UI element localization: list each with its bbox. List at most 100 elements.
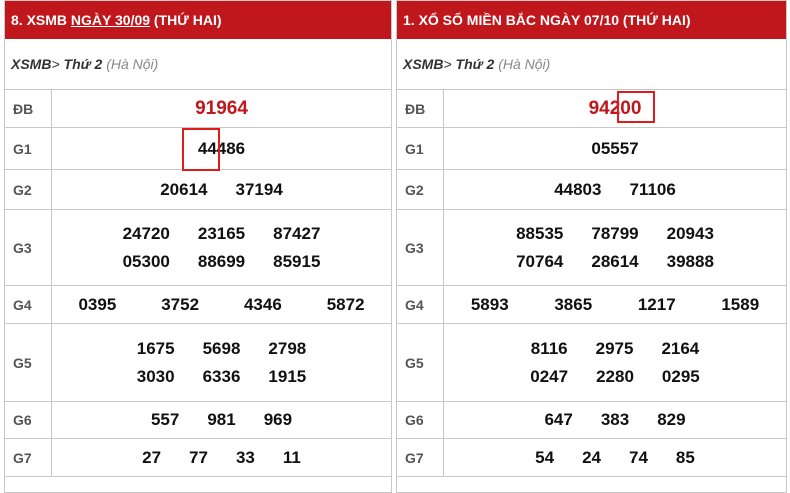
prize-values: 54 24 74 85	[444, 439, 786, 476]
number-line: 44486	[52, 139, 391, 159]
number-line: 5893 3865 1217 1589	[444, 295, 786, 315]
number-line: 94200	[444, 98, 786, 120]
winning-number: 0395	[78, 294, 117, 314]
winning-number: 981	[207, 410, 236, 429]
breadcrumb-root-link[interactable]: XSMB	[403, 56, 443, 72]
prize-row-6: G6 557 981 969	[5, 402, 391, 439]
winning-number: 70764	[516, 251, 564, 271]
prize-values: 1675 5698 2798 3030 6336 1915	[52, 324, 391, 401]
prize-values: 27 77 33 11	[52, 439, 391, 476]
winning-number: 20614	[160, 179, 208, 199]
number-line: 88535 78799 20943	[444, 224, 786, 244]
prize-values: 88535 78799 20943 70764 28614 39888	[444, 210, 786, 285]
prize-row-5: G5 1675 5698 2798 3030 6336 1915	[5, 324, 391, 402]
winning-number: 0247	[530, 366, 569, 386]
prize-values: 44486	[52, 128, 391, 169]
breadcrumb-separator: >	[51, 56, 64, 72]
winning-number: 6336	[202, 366, 241, 386]
number-line: 0247 2280 0295	[444, 367, 786, 387]
number-line: 20614 37194	[52, 180, 391, 200]
header-date-link[interactable]: NGÀY 30/09	[71, 12, 150, 28]
breadcrumb-region: (Hà Nội)	[106, 56, 159, 72]
prize-row-6: G6 647 383 829	[397, 402, 786, 439]
breadcrumb-region: (Hà Nội)	[498, 56, 551, 72]
prize-label: G7	[397, 439, 444, 476]
header-title: 1. XỔ SỐ MIỀN BẮC NGÀY 07/10 (THỨ HAI)	[403, 12, 691, 28]
winning-number: 88699	[197, 251, 246, 271]
breadcrumb-root-link[interactable]: XSMB	[11, 56, 51, 72]
prize-label: ĐB	[5, 90, 52, 127]
winning-number: 44803	[554, 179, 602, 199]
breadcrumb-day-link[interactable]: Thứ 2	[456, 56, 499, 72]
winning-number: 969	[263, 410, 293, 429]
winning-number: 87427	[273, 223, 321, 243]
prize-label: G1	[397, 128, 444, 169]
winning-number: 1217	[637, 294, 676, 314]
number-line: 27 77 33 11	[52, 448, 391, 468]
winning-number: 88535	[516, 223, 564, 243]
breadcrumb-separator: >	[443, 56, 456, 72]
prize-label: G5	[397, 324, 444, 401]
winning-number: 3752	[161, 294, 200, 314]
prize-row-2: G2 44803 71106	[397, 170, 786, 210]
prize-label: G4	[5, 286, 52, 323]
prize-row-3: G3 88535 78799 20943 70764 28614 39888	[397, 210, 786, 286]
number-line: 05557	[444, 139, 786, 159]
header-suffix: (THỨ HAI)	[150, 12, 222, 28]
winning-number: 33	[235, 447, 255, 467]
prize-row-2: G2 20614 37194	[5, 170, 391, 210]
winning-number: 24	[582, 447, 601, 467]
breadcrumb-day-link[interactable]: Thứ 2	[64, 56, 107, 72]
number-line: 647 383 829	[444, 410, 786, 430]
prize-values: 91964	[52, 90, 391, 127]
winning-number: 4346	[243, 294, 282, 314]
number-line: 3030 6336 1915	[52, 367, 391, 387]
winning-number: 85	[675, 447, 695, 467]
number-line: 44803 71106	[444, 180, 786, 200]
prize-values: 05557	[444, 128, 786, 169]
panel-header[interactable]: 8. XSMB NGÀY 30/09 (THỨ HAI)	[5, 1, 391, 39]
winning-number: 8116	[530, 338, 568, 358]
winning-number: 91964	[195, 97, 248, 119]
winning-number: 44486	[197, 138, 246, 158]
prize-values: 20614 37194	[52, 170, 391, 209]
prize-label: G3	[397, 210, 444, 285]
prize-label: G4	[397, 286, 444, 323]
winning-number: 1675	[136, 338, 175, 358]
prize-row-4: G4 5893 3865 1217 1589	[397, 286, 786, 324]
header-prefix: 8. XSMB	[11, 12, 71, 28]
winning-number: 1589	[721, 294, 760, 314]
prize-values: 24720 23165 87427 05300 88699 85915	[52, 210, 391, 285]
winning-number: 20943	[666, 223, 714, 243]
winning-number: 5872	[326, 294, 365, 314]
prize-row-0: ĐB 94200	[397, 90, 786, 128]
prize-values: 44803 71106	[444, 170, 786, 209]
winning-number: 39888	[666, 251, 714, 271]
winning-number: 383	[600, 410, 630, 429]
winning-number: 05557	[591, 138, 639, 158]
prize-row-0: ĐB 91964	[5, 90, 391, 128]
prize-values: 0395 3752 4346 5872	[52, 286, 391, 323]
winning-number: 5893	[470, 294, 509, 314]
prize-label: G2	[5, 170, 52, 209]
winning-number: 2280	[596, 366, 634, 386]
results-panel-left: 8. XSMB NGÀY 30/09 (THỨ HAI) XSMB> Thứ 2…	[4, 0, 392, 493]
prize-row-4: G4 0395 3752 4346 5872	[5, 286, 391, 324]
winning-number: 77	[189, 447, 208, 467]
number-line: 557 981 969	[52, 410, 391, 430]
prize-row-5: G5 8116 2975 2164 0247 2280 0295	[397, 324, 786, 402]
prize-row-1: G1 44486	[5, 128, 391, 170]
panel-header[interactable]: 1. XỔ SỐ MIỀN BẮC NGÀY 07/10 (THỨ HAI)	[397, 1, 786, 39]
number-line: 8116 2975 2164	[444, 339, 786, 359]
prize-label: G5	[5, 324, 52, 401]
prize-label: G7	[5, 439, 52, 476]
number-line: 54 24 74 85	[444, 448, 786, 468]
winning-number: 05300	[122, 251, 170, 271]
breadcrumb: XSMB> Thứ 2 (Hà Nội)	[5, 39, 391, 90]
results-panel-right: 1. XỔ SỐ MIỀN BẮC NGÀY 07/10 (THỨ HAI) X…	[396, 0, 787, 493]
prize-values: 8116 2975 2164 0247 2280 0295	[444, 324, 786, 401]
winning-number: 54	[535, 447, 555, 467]
winning-number: 647	[544, 410, 573, 429]
prize-row-1: G1 05557	[397, 128, 786, 170]
breadcrumb: XSMB> Thứ 2 (Hà Nội)	[397, 39, 786, 90]
